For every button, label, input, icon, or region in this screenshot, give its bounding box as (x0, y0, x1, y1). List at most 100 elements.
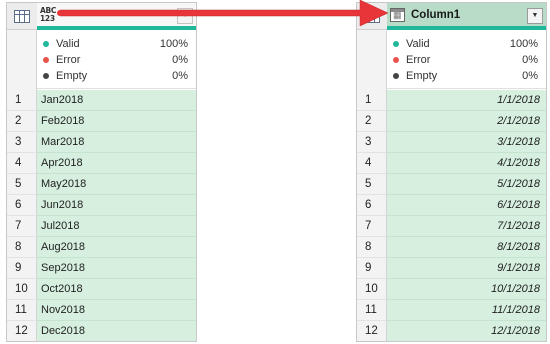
table-cell[interactable]: 4/1/2018 (387, 153, 546, 174)
stat-value: 100% (159, 38, 188, 50)
result-column-header[interactable]: Column1 ▼ (387, 3, 546, 30)
table-cell[interactable]: 6/1/2018 (387, 195, 546, 216)
result-column-panel: Column1 ▼ Valid 100% Error 0% Empty 0% 11/1/2… (356, 2, 547, 342)
row-number[interactable]: 6 (357, 195, 387, 216)
table-row: 8 8/1/2018 (357, 237, 546, 258)
row-number[interactable]: 1 (357, 90, 387, 111)
table-row: 2 2/1/2018 (357, 111, 546, 132)
table-row: 6 Jun2018 (7, 195, 196, 216)
table-cell[interactable]: Feb2018 (37, 111, 196, 132)
stat-value: 0% (172, 70, 188, 82)
table-corner-button[interactable] (357, 3, 387, 30)
stat-label: Empty (56, 70, 88, 82)
table-cell[interactable]: Mar2018 (37, 132, 196, 153)
table-cell[interactable]: 1/1/2018 (387, 90, 546, 111)
table-cell[interactable]: 7/1/2018 (387, 216, 546, 237)
status-dot-icon (393, 73, 399, 79)
table-row: 10 Oct2018 (7, 279, 196, 300)
stat-error: Error 0% (43, 52, 188, 68)
stat-value: 100% (509, 38, 538, 50)
stat-label: Error (56, 54, 81, 66)
result-rows: 1 1/1/2018 2 2/1/2018 3 3/1/2018 4 4/1/2018 5 5/1… (357, 90, 546, 341)
stat-valid: Valid 100% (43, 36, 188, 52)
row-number[interactable]: 11 (7, 300, 37, 321)
stat-error: Error 0% (393, 52, 538, 68)
column-quality-stats: Valid 100% Error 0% Empty 0% (37, 30, 196, 89)
table-row: 2 Feb2018 (7, 111, 196, 132)
table-row: 3 Mar2018 (7, 132, 196, 153)
stat-empty: Empty 0% (43, 68, 188, 84)
table-row: 5 5/1/2018 (357, 174, 546, 195)
source-rows: 1 Jan2018 2 Feb2018 3 Mar2018 4 Apr2018 5 May2018… (7, 90, 196, 341)
status-dot-icon (43, 41, 49, 47)
table-cell[interactable]: 3/1/2018 (387, 132, 546, 153)
table-icon (14, 9, 30, 23)
table-icon (364, 9, 380, 23)
table-corner-button[interactable] (7, 3, 37, 30)
table-row: 4 4/1/2018 (357, 153, 546, 174)
table-cell[interactable]: Aug2018 (37, 237, 196, 258)
row-number[interactable]: 9 (357, 258, 387, 279)
row-number[interactable]: 2 (357, 111, 387, 132)
table-cell[interactable]: 9/1/2018 (387, 258, 546, 279)
table-row: 8 Aug2018 (7, 237, 196, 258)
table-cell[interactable]: 2/1/2018 (387, 111, 546, 132)
stat-label: Empty (406, 70, 438, 82)
table-row: 5 May2018 (7, 174, 196, 195)
row-number[interactable]: 8 (7, 237, 37, 258)
stat-empty: Empty 0% (393, 68, 538, 84)
row-number[interactable]: 2 (7, 111, 37, 132)
any-type-icon[interactable]: ABC 123 (40, 6, 56, 23)
table-row: 6 6/1/2018 (357, 195, 546, 216)
row-number[interactable]: 12 (7, 321, 37, 341)
table-row: 9 9/1/2018 (357, 258, 546, 279)
row-number[interactable]: 10 (7, 279, 37, 300)
table-cell[interactable]: Nov2018 (37, 300, 196, 321)
row-number[interactable]: 5 (357, 174, 387, 195)
row-number[interactable]: 6 (7, 195, 37, 216)
row-number[interactable]: 9 (7, 258, 37, 279)
row-number[interactable]: 5 (7, 174, 37, 195)
row-number[interactable]: 12 (357, 321, 387, 341)
stat-label: Valid (406, 38, 430, 50)
table-cell[interactable]: 5/1/2018 (387, 174, 546, 195)
table-cell[interactable]: 8/1/2018 (387, 237, 546, 258)
stat-label: Error (406, 54, 431, 66)
row-number[interactable]: 11 (357, 300, 387, 321)
status-dot-icon (393, 57, 399, 63)
table-cell[interactable]: 10/1/2018 (387, 279, 546, 300)
table-cell[interactable]: Dec2018 (37, 321, 196, 341)
table-cell[interactable]: Apr2018 (37, 153, 196, 174)
table-cell[interactable]: Jun2018 (37, 195, 196, 216)
row-number[interactable]: 1 (7, 90, 37, 111)
table-cell[interactable]: May2018 (37, 174, 196, 195)
table-row: 7 Jul2018 (7, 216, 196, 237)
table-cell[interactable]: 12/1/2018 (387, 321, 546, 341)
date-type-icon[interactable] (390, 7, 405, 22)
table-cell[interactable]: Jan2018 (37, 90, 196, 111)
table-row: 4 Apr2018 (7, 153, 196, 174)
row-number[interactable]: 10 (357, 279, 387, 300)
row-number[interactable]: 3 (357, 132, 387, 153)
status-dot-icon (393, 41, 399, 47)
filter-dropdown-button[interactable]: ▼ (527, 8, 543, 24)
stat-valid: Valid 100% (393, 36, 538, 52)
filter-dropdown-button[interactable]: ▼ (177, 8, 193, 24)
table-row: 10 10/1/2018 (357, 279, 546, 300)
row-number[interactable]: 4 (7, 153, 37, 174)
table-row: 1 1/1/2018 (357, 90, 546, 111)
row-number[interactable]: 8 (357, 237, 387, 258)
row-number[interactable]: 7 (357, 216, 387, 237)
row-number[interactable]: 7 (7, 216, 37, 237)
table-cell[interactable]: Sep2018 (37, 258, 196, 279)
stat-value: 0% (522, 54, 538, 66)
table-cell[interactable]: 11/1/2018 (387, 300, 546, 321)
table-cell[interactable]: Jul2018 (37, 216, 196, 237)
row-number[interactable]: 3 (7, 132, 37, 153)
row-number[interactable]: 4 (357, 153, 387, 174)
table-cell[interactable]: Oct2018 (37, 279, 196, 300)
table-row: 12 12/1/2018 (357, 321, 546, 341)
table-row: 11 Nov2018 (7, 300, 196, 321)
table-row: 1 Jan2018 (7, 90, 196, 111)
source-column-header[interactable]: ABC 123 ▼ (37, 3, 196, 30)
